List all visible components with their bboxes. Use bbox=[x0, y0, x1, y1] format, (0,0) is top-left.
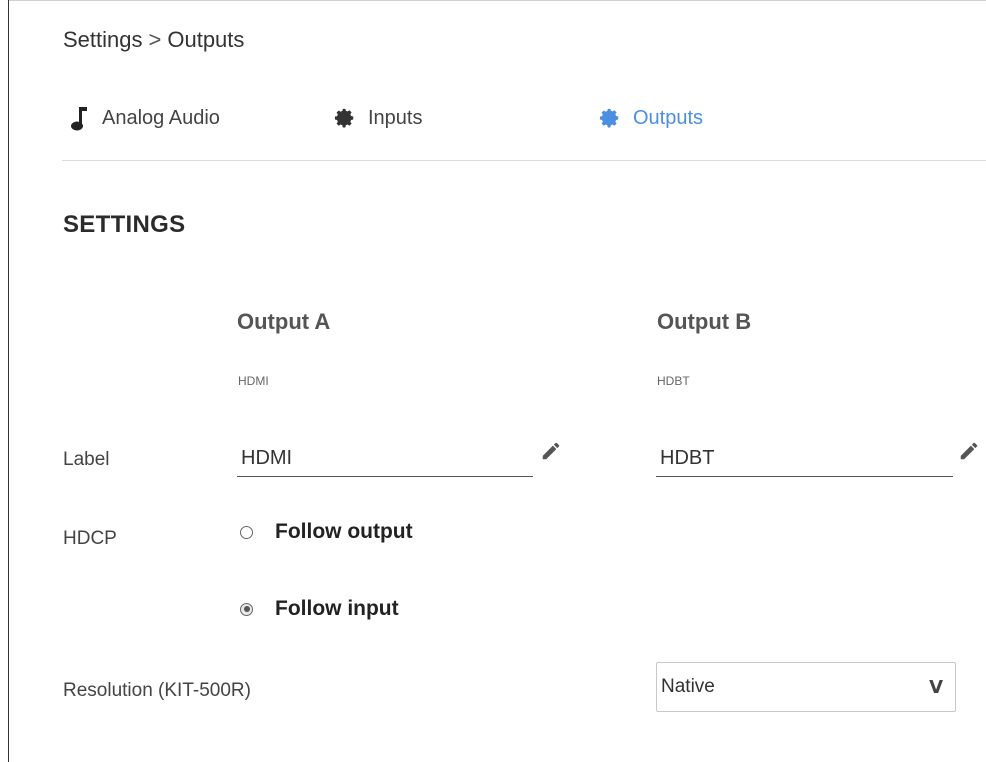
hdcp-follow-output-option[interactable]: Follow output bbox=[240, 520, 413, 544]
breadcrumb-parent[interactable]: Settings bbox=[63, 27, 143, 52]
output-a-title: Output A bbox=[237, 309, 331, 334]
tab-label: Analog Audio bbox=[102, 106, 220, 129]
music-note-icon bbox=[66, 105, 92, 131]
output-b-title: Output B bbox=[657, 309, 752, 334]
output-b-label-field[interactable] bbox=[656, 442, 953, 477]
chevron-down-icon: V bbox=[929, 676, 943, 698]
output-a-label-input[interactable] bbox=[237, 442, 533, 474]
gear-icon bbox=[332, 105, 358, 131]
resolution-row-label: Resolution (KIT-500R) bbox=[63, 680, 251, 701]
radio-label: Follow input bbox=[275, 597, 399, 620]
output-b-type: HDBT bbox=[657, 374, 690, 388]
gear-icon bbox=[597, 105, 623, 131]
breadcrumb-current: Outputs bbox=[167, 27, 245, 52]
output-a-label-field[interactable] bbox=[237, 442, 533, 477]
tabs-divider bbox=[62, 160, 986, 161]
radio-label: Follow output bbox=[275, 520, 413, 543]
pencil-icon[interactable] bbox=[958, 440, 980, 462]
tab-label: Inputs bbox=[368, 106, 423, 129]
tab-analog-audio[interactable]: Analog Audio bbox=[66, 100, 220, 136]
resolution-select[interactable]: Native V bbox=[656, 662, 956, 712]
pencil-icon[interactable] bbox=[540, 440, 562, 462]
hdcp-follow-input-option[interactable]: Follow input bbox=[240, 597, 399, 621]
radio-follow-output[interactable] bbox=[240, 525, 253, 539]
output-b-label-input[interactable] bbox=[656, 442, 953, 474]
tab-label: Outputs bbox=[633, 106, 704, 129]
frame-top-border bbox=[8, 0, 986, 1]
breadcrumb-separator: > bbox=[148, 27, 162, 52]
tab-outputs[interactable]: Outputs bbox=[597, 100, 703, 136]
resolution-selected-value: Native bbox=[661, 676, 715, 697]
hdcp-row-label: HDCP bbox=[63, 528, 117, 549]
frame-left-border bbox=[8, 0, 9, 762]
label-row-label: Label bbox=[63, 449, 110, 470]
breadcrumb: Settings > Outputs bbox=[63, 27, 244, 53]
tab-inputs[interactable]: Inputs bbox=[332, 100, 422, 136]
output-a-type: HDMI bbox=[238, 374, 269, 388]
section-title: SETTINGS bbox=[63, 211, 186, 238]
radio-follow-input[interactable] bbox=[240, 602, 253, 616]
